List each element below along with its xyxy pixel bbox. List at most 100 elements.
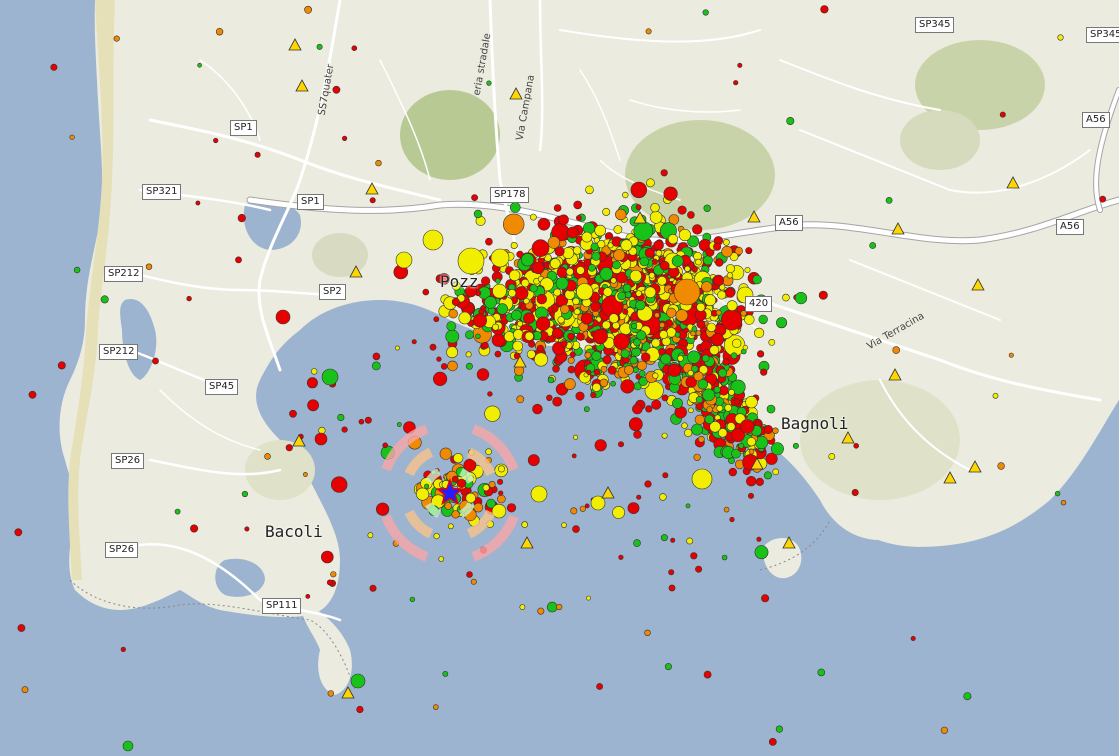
earthquake-marker[interactable] xyxy=(570,507,578,515)
earthquake-marker[interactable] xyxy=(17,624,26,632)
earthquake-marker[interactable] xyxy=(583,406,590,413)
earthquake-marker[interactable] xyxy=(473,209,483,219)
earthquake-marker[interactable] xyxy=(691,423,703,436)
earthquake-marker[interactable] xyxy=(650,202,660,213)
earthquake-marker[interactable] xyxy=(820,5,829,14)
earthquake-marker[interactable] xyxy=(702,388,715,402)
earthquake-marker[interactable] xyxy=(622,283,632,293)
earthquake-marker[interactable] xyxy=(1099,195,1107,203)
earthquake-marker[interactable] xyxy=(645,405,653,413)
earthquake-marker[interactable] xyxy=(590,242,599,251)
earthquake-marker[interactable] xyxy=(264,453,271,460)
earthquake-marker[interactable] xyxy=(667,234,679,245)
earthquake-marker[interactable] xyxy=(305,594,311,599)
earthquake-marker[interactable] xyxy=(594,439,607,452)
triangle-icon[interactable] xyxy=(288,38,302,51)
earthquake-marker[interactable] xyxy=(684,265,691,273)
earthquake-marker[interactable] xyxy=(718,368,728,378)
earthquake-marker[interactable] xyxy=(662,472,669,479)
earthquake-marker[interactable] xyxy=(529,213,537,221)
earthquake-marker[interactable] xyxy=(613,225,623,234)
earthquake-marker[interactable] xyxy=(530,485,548,503)
earthquake-marker[interactable] xyxy=(590,392,597,399)
earthquake-marker[interactable] xyxy=(326,579,333,586)
earthquake-marker[interactable] xyxy=(465,351,472,358)
earthquake-marker[interactable] xyxy=(556,603,563,611)
earthquake-marker[interactable] xyxy=(330,571,337,578)
earthquake-marker[interactable] xyxy=(629,356,638,365)
earthquake-marker[interactable] xyxy=(628,417,643,432)
earthquake-marker[interactable] xyxy=(213,137,219,144)
earthquake-marker[interactable] xyxy=(721,554,728,561)
earthquake-marker[interactable] xyxy=(567,332,575,341)
earthquake-marker[interactable] xyxy=(590,301,601,312)
earthquake-marker[interactable] xyxy=(715,309,722,316)
earthquake-marker[interactable] xyxy=(395,251,413,269)
earthquake-marker[interactable] xyxy=(573,434,579,440)
earthquake-marker[interactable] xyxy=(572,246,582,255)
earthquake-marker[interactable] xyxy=(327,690,334,697)
earthquake-marker[interactable] xyxy=(486,80,492,86)
earthquake-marker[interactable] xyxy=(394,345,400,351)
earthquake-marker[interactable] xyxy=(624,365,634,375)
earthquake-marker[interactable] xyxy=(503,331,515,342)
earthquake-marker[interactable] xyxy=(738,442,745,449)
earthquake-marker[interactable] xyxy=(620,349,630,359)
earthquake-marker[interactable] xyxy=(367,532,374,539)
earthquake-marker[interactable] xyxy=(497,465,505,473)
earthquake-marker[interactable] xyxy=(307,399,319,412)
earthquake-marker[interactable] xyxy=(600,365,608,373)
earthquake-marker[interactable] xyxy=(828,453,836,460)
earthquake-marker[interactable] xyxy=(726,272,734,279)
earthquake-marker[interactable] xyxy=(646,178,655,188)
earthquake-marker[interactable] xyxy=(686,537,694,545)
earthquake-marker[interactable] xyxy=(573,200,583,210)
earthquake-marker[interactable] xyxy=(753,327,765,339)
earthquake-marker[interactable] xyxy=(722,358,730,366)
earthquake-marker[interactable] xyxy=(703,255,713,266)
earthquake-marker[interactable] xyxy=(422,288,430,296)
earthquake-marker[interactable] xyxy=(633,539,641,547)
earthquake-marker[interactable] xyxy=(687,350,701,364)
earthquake-marker[interactable] xyxy=(100,295,109,304)
earthquake-marker[interactable] xyxy=(447,360,458,372)
earthquake-marker[interactable] xyxy=(567,365,576,374)
earthquake-marker[interactable] xyxy=(531,239,550,257)
earthquake-marker[interactable] xyxy=(527,454,540,467)
earthquake-marker[interactable] xyxy=(481,341,489,350)
earthquake-marker[interactable] xyxy=(584,503,590,509)
earthquake-marker[interactable] xyxy=(422,229,444,251)
earthquake-marker[interactable] xyxy=(644,247,655,258)
earthquake-marker[interactable] xyxy=(549,258,561,269)
earthquake-marker[interactable] xyxy=(617,291,626,301)
earthquake-marker[interactable] xyxy=(660,353,672,365)
earthquake-marker[interactable] xyxy=(760,368,768,376)
earthquake-marker[interactable] xyxy=(644,286,657,299)
earthquake-marker[interactable] xyxy=(630,323,638,330)
earthquake-marker[interactable] xyxy=(591,382,601,392)
earthquake-marker[interactable] xyxy=(494,350,502,358)
earthquake-marker[interactable] xyxy=(552,327,563,339)
earthquake-marker[interactable] xyxy=(445,329,460,344)
earthquake-marker[interactable] xyxy=(576,332,585,341)
earthquake-marker[interactable] xyxy=(716,404,724,412)
earthquake-marker[interactable] xyxy=(694,414,705,425)
earthquake-marker[interactable] xyxy=(521,521,529,528)
earthquake-marker[interactable] xyxy=(439,447,452,460)
triangle-icon[interactable] xyxy=(365,182,379,195)
earthquake-marker[interactable] xyxy=(940,726,949,734)
earthquake-marker[interactable] xyxy=(579,505,586,512)
earthquake-marker[interactable] xyxy=(506,503,517,513)
earthquake-marker[interactable] xyxy=(465,330,474,340)
earthquake-marker[interactable] xyxy=(651,338,661,348)
earthquake-marker[interactable] xyxy=(536,293,547,305)
earthquake-marker[interactable] xyxy=(113,35,120,42)
earthquake-marker[interactable] xyxy=(586,595,591,601)
earthquake-marker[interactable] xyxy=(660,534,668,542)
earthquake-marker[interactable] xyxy=(369,197,376,204)
earthquake-marker[interactable] xyxy=(659,260,670,271)
earthquake-marker[interactable] xyxy=(1008,352,1014,358)
earthquake-marker[interactable] xyxy=(195,200,201,206)
earthquake-marker[interactable] xyxy=(533,352,548,367)
earthquake-marker[interactable] xyxy=(596,683,603,690)
